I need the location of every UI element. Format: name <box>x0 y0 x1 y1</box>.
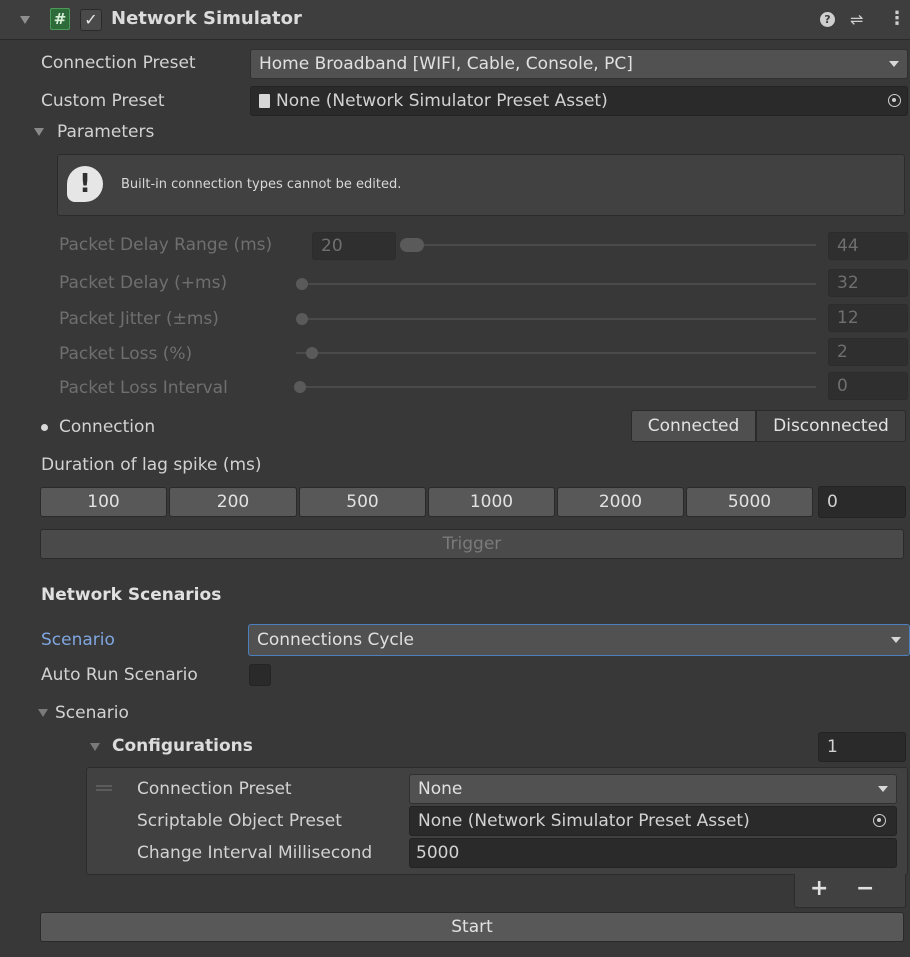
script-hash-icon: # <box>50 8 70 30</box>
network-scenarios-title: Network Scenarios <box>41 585 222 605</box>
parameters-foldout-label[interactable]: Parameters <box>57 122 154 142</box>
packet-loss-interval-field: 0 <box>828 372 908 400</box>
delay-range-min-field: 20 <box>312 232 396 260</box>
asset-file-icon <box>259 94 270 108</box>
connection-status-dot-icon <box>41 424 48 431</box>
remove-item-button[interactable]: − <box>856 876 874 901</box>
connection-preset-label: Connection Preset <box>41 53 196 73</box>
delay-range-max-field: 44 <box>828 232 908 260</box>
object-picker-icon[interactable] <box>888 94 901 107</box>
preset-settings-icon[interactable]: ⇌ <box>850 10 863 29</box>
warning-info-icon: ! <box>67 166 103 202</box>
auto-run-checkbox[interactable] <box>249 664 271 686</box>
trigger-button: Trigger <box>40 529 904 559</box>
scenario-dropdown[interactable]: Connections Cycle <box>248 624 910 656</box>
item-scriptable-field[interactable]: None (Network Simulator Preset Asset) <box>409 806 897 836</box>
item-scriptable-value: None (Network Simulator Preset Asset) <box>418 811 750 831</box>
configurations-label[interactable]: Configurations <box>112 736 253 756</box>
drag-handle-icon[interactable] <box>96 785 112 791</box>
packet-delay-slider-track <box>296 283 816 285</box>
custom-preset-value: None (Network Simulator Preset Asset) <box>276 91 608 111</box>
enable-checkbox[interactable]: ✓ <box>80 9 102 31</box>
packet-loss-slider-thumb <box>306 347 318 359</box>
custom-preset-field[interactable]: None (Network Simulator Preset Asset) <box>250 86 908 116</box>
packet-delay-label: Packet Delay (+ms) <box>59 273 228 293</box>
lag-spike-button-100[interactable]: 100 <box>40 487 167 517</box>
packet-delay-slider-thumb <box>296 278 308 290</box>
auto-run-label: Auto Run Scenario <box>41 665 198 685</box>
packet-loss-interval-slider-track <box>296 386 816 388</box>
delay-range-label: Packet Delay Range (ms) <box>59 235 273 255</box>
packet-jitter-slider-track <box>296 318 816 320</box>
scenario-label: Scenario <box>41 630 115 650</box>
delay-range-slider-track <box>400 244 816 246</box>
packet-loss-slider-track <box>296 352 816 354</box>
lag-spike-button-500[interactable]: 500 <box>299 487 426 517</box>
packet-loss-field: 2 <box>828 338 908 366</box>
info-text: Built-in connection types cannot be edit… <box>121 177 402 192</box>
kebab-menu-icon[interactable]: ⋮ <box>888 8 906 29</box>
scenario-foldout-label[interactable]: Scenario <box>55 703 129 723</box>
chevron-down-icon <box>891 637 901 643</box>
chevron-down-icon <box>878 786 888 792</box>
connected-button[interactable]: Connected <box>631 410 756 442</box>
custom-preset-label: Custom Preset <box>41 91 165 111</box>
scenario-value: Connections Cycle <box>257 630 414 650</box>
item-interval-label: Change Interval Millisecond <box>137 843 373 863</box>
lag-spike-button-5000[interactable]: 5000 <box>686 487 813 517</box>
lag-spike-label: Duration of lag spike (ms) <box>41 455 262 475</box>
lag-spike-button-2000[interactable]: 2000 <box>557 487 684 517</box>
packet-delay-field: 32 <box>828 269 908 297</box>
chevron-down-icon <box>889 61 899 67</box>
object-picker-icon[interactable] <box>873 814 886 827</box>
item-connection-preset-value: None <box>418 779 463 799</box>
delay-range-slider-thumb <box>400 238 424 252</box>
packet-loss-label: Packet Loss (%) <box>59 344 193 364</box>
configurations-foldout-arrow-icon[interactable] <box>90 743 100 751</box>
packet-jitter-slider-thumb <box>296 313 308 325</box>
start-button[interactable]: Start <box>40 912 904 942</box>
lag-spike-button-1000[interactable]: 1000 <box>428 487 555 517</box>
item-scriptable-label: Scriptable Object Preset <box>137 811 342 831</box>
configurations-count-field[interactable]: 1 <box>818 732 906 762</box>
parameters-foldout-arrow-icon[interactable] <box>34 128 44 136</box>
packet-jitter-label: Packet Jitter (±ms) <box>59 309 219 329</box>
collapse-arrow-icon[interactable] <box>20 16 30 24</box>
lag-spike-button-200[interactable]: 200 <box>169 487 297 517</box>
lag-spike-value-field[interactable]: 0 <box>818 486 906 518</box>
component-title: Network Simulator <box>111 8 302 29</box>
packet-loss-interval-label: Packet Loss Interval <box>59 378 228 398</box>
connection-preset-dropdown[interactable]: Home Broadband [WIFI, Cable, Console, PC… <box>250 49 908 79</box>
item-connection-preset-label: Connection Preset <box>137 779 292 799</box>
connection-label: Connection <box>59 417 156 437</box>
connection-preset-value: Home Broadband [WIFI, Cable, Console, PC… <box>259 54 633 74</box>
disconnected-button[interactable]: Disconnected <box>756 410 906 442</box>
item-interval-field[interactable]: 5000 <box>409 838 897 868</box>
packet-jitter-field: 12 <box>828 304 908 332</box>
item-connection-preset-dropdown[interactable]: None <box>409 774 897 804</box>
help-icon[interactable]: ? <box>820 12 835 27</box>
add-item-button[interactable]: + <box>810 876 828 901</box>
packet-loss-interval-slider-thumb <box>294 381 306 393</box>
scenario-foldout-arrow-icon[interactable] <box>38 709 48 717</box>
